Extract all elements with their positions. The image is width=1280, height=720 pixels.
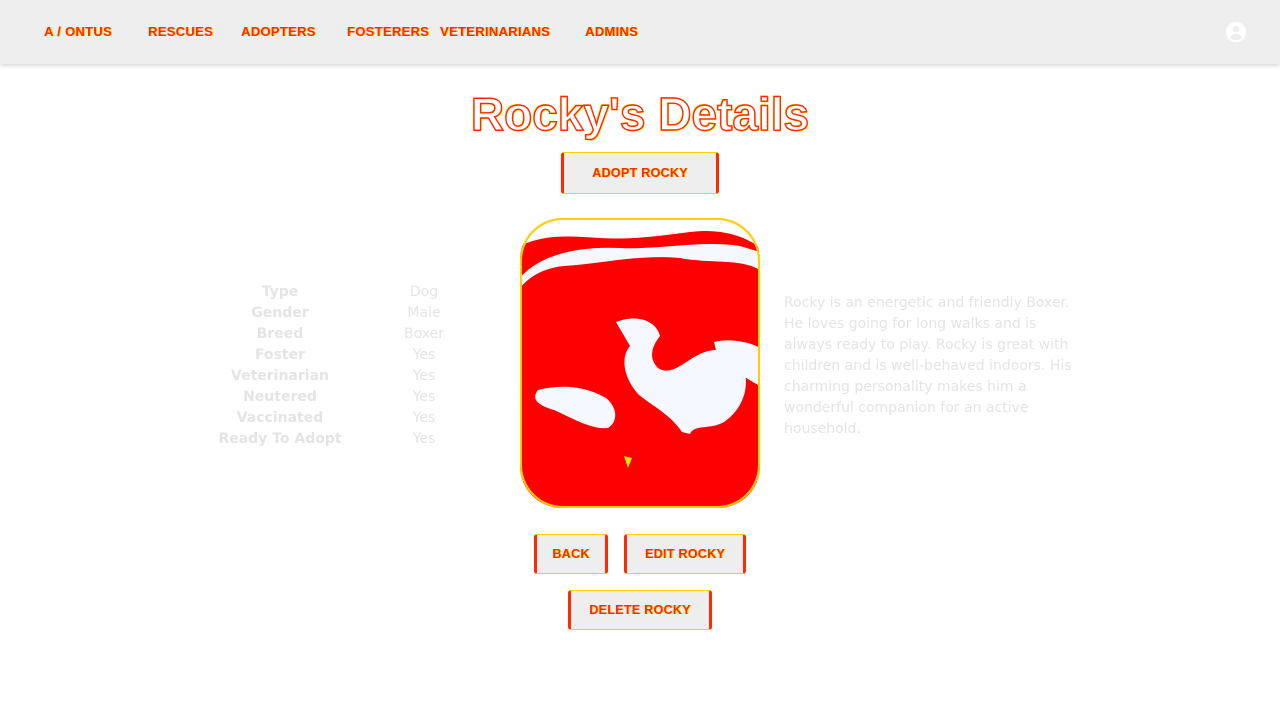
delete-button[interactable]: DELETE ROCKY: [568, 590, 712, 630]
top-app-bar: A / ONTUS RESCUES ADOPTERS FOSTERERS VET…: [0, 0, 1280, 64]
detail-value: Yes: [412, 347, 436, 363]
detail-row-gender: Gender Male: [200, 303, 500, 324]
edit-button[interactable]: EDIT ROCKY: [624, 534, 746, 574]
detail-value: Boxer: [404, 326, 444, 342]
detail-value: Yes: [412, 431, 436, 447]
detail-label: Ready To Adopt: [218, 431, 342, 447]
detail-value: Dog: [409, 284, 439, 300]
detail-label: Gender: [251, 305, 309, 321]
nav-adopters[interactable]: ADOPTERS: [241, 24, 316, 40]
nav-fosterers[interactable]: FOSTERERS: [347, 24, 429, 40]
detail-row-neutered: Neutered Yes: [200, 387, 500, 408]
detail-label: Breed: [256, 326, 304, 342]
nav-home[interactable]: A / ONTUS: [44, 24, 112, 40]
nav-admins[interactable]: ADMINS: [585, 24, 638, 40]
adopt-button[interactable]: ADOPT ROCKY: [561, 152, 719, 194]
detail-row-type: Type Dog: [200, 282, 500, 303]
detail-value: Yes: [412, 410, 436, 426]
detail-label: Veterinarian: [231, 368, 329, 384]
detail-label: Foster: [254, 347, 306, 363]
nav-veterinarians[interactable]: VETERINARIANS: [440, 24, 550, 40]
nav-rescues[interactable]: RESCUES: [148, 24, 213, 40]
page-title: Rocky's Details: [470, 87, 810, 140]
detail-row-foster: Foster Yes: [200, 345, 500, 366]
account-circle-icon[interactable]: [1225, 21, 1247, 43]
pet-photo: [520, 218, 760, 508]
detail-row-vaccinated: Vaccinated Yes: [200, 408, 500, 429]
detail-label: Vaccinated: [236, 410, 324, 426]
detail-row-veterinarian: Veterinarian Yes: [200, 366, 500, 387]
detail-label: Type: [261, 284, 299, 300]
pet-description: Rocky is an energetic and friendly Boxer…: [784, 295, 1072, 437]
detail-value: Yes: [412, 389, 436, 405]
detail-value: Yes: [412, 368, 436, 384]
back-button[interactable]: BACK: [534, 534, 608, 574]
detail-row-breed: Breed Boxer: [200, 324, 500, 345]
detail-value: Male: [407, 305, 441, 321]
detail-row-ready-to-adopt: Ready To Adopt Yes: [200, 429, 500, 450]
detail-label: Neutered: [243, 389, 317, 405]
